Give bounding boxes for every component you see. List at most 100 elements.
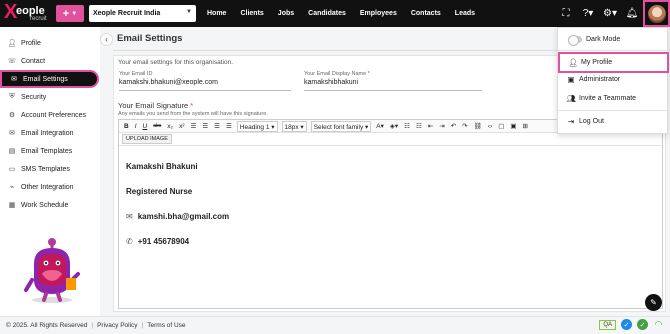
bullet-list-icon[interactable]: ☷: [401, 121, 413, 132]
template-icon: ▤: [8, 148, 16, 155]
organisation-select[interactable]: Xeople Recruit India ▼: [89, 5, 196, 22]
menu-item-administrator[interactable]: ▣ Administrator: [558, 70, 669, 89]
display-name-field[interactable]: Your Email Display Name * kamakshibhakun…: [304, 71, 482, 91]
nav-candidates[interactable]: Candidates: [308, 10, 346, 17]
settings-gear-icon[interactable]: ⚙▾: [599, 8, 621, 19]
display-name-label: Your Email Display Name *: [304, 71, 370, 77]
phone-icon: ✆: [126, 237, 133, 246]
outdent-icon[interactable]: ⇤: [425, 121, 436, 132]
nav-employees[interactable]: Employees: [360, 10, 397, 17]
nav-jobs[interactable]: Jobs: [278, 10, 294, 17]
sidebar-item-label: Account Preferences: [21, 111, 86, 119]
sidebar-item-email-settings[interactable]: ✉ Email Settings: [0, 70, 99, 88]
footer-status: QA ✓ ✓ ◠: [599, 319, 664, 330]
dark-mode-toggle[interactable]: Dark Mode: [558, 30, 669, 49]
underline-button[interactable]: U: [140, 121, 151, 132]
clear-format-icon[interactable]: ▢: [495, 121, 507, 132]
user-avatar-button[interactable]: [643, 0, 670, 27]
organisation-select-value: Xeople Recruit India: [93, 10, 161, 17]
dark-mode-label: Dark Mode: [586, 36, 621, 43]
signature-phone-row: ✆ +91 45678904: [126, 229, 229, 254]
signature-phone: +91 45678904: [137, 237, 190, 246]
fill-color-icon[interactable]: ◈▾: [387, 121, 401, 132]
display-name-value: kamakshibhakuni: [304, 79, 359, 86]
email-id-field[interactable]: Your Email ID kamakshi.bhakuni@xeople.co…: [119, 71, 291, 91]
sidebar-item-account-preferences[interactable]: ⚙ Account Preferences: [0, 106, 100, 124]
person-icon: 👤︎: [568, 58, 578, 67]
signature-label: Your Email Signature *: [118, 101, 193, 110]
font-family-select[interactable]: Select font family ▾: [310, 120, 372, 132]
text-color-icon[interactable]: A▾: [373, 121, 387, 132]
logout-icon: ⇥: [567, 117, 575, 126]
bold-button[interactable]: B: [121, 121, 132, 132]
menu-item-invite-teammate[interactable]: 👥︎ Invite a Teammate: [558, 89, 669, 108]
undo-icon[interactable]: ↶: [448, 121, 459, 132]
signature-editor[interactable]: B I U abc x₂ x² ☰ ☰ ☰ ☰ Heading 1 ▾ 18px…: [118, 119, 663, 311]
link-icon[interactable]: ⛓: [471, 121, 485, 132]
table-icon[interactable]: ⊞: [520, 121, 531, 132]
upload-image-button[interactable]: UPLOAD IMAGE: [122, 134, 172, 144]
top-navigation-bar: X eople recruit + ▼ Xeople Recruit India…: [0, 0, 670, 27]
heading-select[interactable]: Heading 1 ▾: [236, 120, 278, 132]
nav-leads[interactable]: Leads: [455, 10, 475, 17]
nav-clients[interactable]: Clients: [240, 10, 263, 17]
sidebar-item-profile[interactable]: 👤︎ Profile: [0, 34, 100, 52]
subscript-button[interactable]: x₂: [164, 121, 176, 132]
field-underline: [304, 90, 482, 91]
sidebar-item-work-schedule[interactable]: ▦ Work Schedule: [0, 196, 100, 214]
profile-dropdown-menu: Dark Mode 👤︎ My Profile ▣ Administrator …: [557, 27, 669, 134]
italic-button[interactable]: I: [132, 121, 140, 132]
privacy-policy-link[interactable]: Privacy Policy: [97, 322, 137, 329]
nav-contacts[interactable]: Contacts: [411, 10, 441, 17]
sidebar-item-security[interactable]: ⛨ Security: [0, 88, 100, 106]
indent-icon[interactable]: ⇥: [436, 121, 447, 132]
heading-select-value: Heading 1: [239, 123, 270, 131]
code-icon[interactable]: ‹›: [485, 121, 495, 132]
plus-icon: +: [62, 7, 70, 20]
xeople-logo[interactable]: X eople recruit: [4, 2, 52, 25]
schedule-icon: ▦: [8, 202, 16, 209]
logo-subtitle: recruit: [30, 16, 47, 22]
signature-content[interactable]: Kamakshi Bhakuni Registered Nurse ✉ kams…: [126, 154, 229, 254]
image-icon[interactable]: ▣: [507, 121, 519, 132]
align-left-icon[interactable]: ☰: [187, 121, 199, 132]
sidebar-item-email-integration[interactable]: ✉ Email Integration: [0, 124, 100, 142]
quick-add-button[interactable]: + ▼: [56, 5, 84, 22]
sidebar-item-email-templates[interactable]: ▤ Email Templates: [0, 142, 100, 160]
font-family-select-value: Select font family: [313, 123, 364, 131]
sidebar-item-other-integration[interactable]: ⌁ Other Integration: [0, 178, 100, 196]
shield-check-icon[interactable]: ✓: [621, 319, 632, 330]
terms-of-use-link[interactable]: Terms of Use: [147, 322, 185, 329]
email-id-value: kamakshi.bhakuni@xeople.com: [119, 79, 218, 86]
align-right-icon[interactable]: ☰: [211, 121, 223, 132]
nav-home[interactable]: Home: [207, 10, 226, 17]
toggle-switch[interactable]: [568, 35, 582, 46]
main-nav: Home Clients Jobs Candidates Employees C…: [200, 0, 482, 27]
strikethrough-button[interactable]: abc: [150, 121, 164, 132]
status-ok-icon[interactable]: ✓: [637, 319, 648, 330]
align-center-icon[interactable]: ☰: [199, 121, 211, 132]
signature-hint: Any emails you send from the system will…: [118, 111, 268, 117]
font-size-select[interactable]: 18px ▾: [281, 120, 307, 132]
edit-signature-button[interactable]: ✎: [645, 294, 662, 311]
sidebar-item-contact[interactable]: ☏ Contact: [0, 52, 100, 70]
help-icon[interactable]: ?▾: [577, 8, 599, 19]
superscript-button[interactable]: x²: [176, 121, 187, 132]
page-title: Email Settings: [117, 33, 183, 44]
shield-icon: ⛨: [9, 93, 15, 100]
envelope-icon: ✉: [126, 212, 133, 221]
menu-item-log-out[interactable]: ⇥ Log Out: [558, 112, 669, 131]
fullscreen-icon[interactable]: ⛶: [555, 8, 577, 19]
chevron-down-icon: ▼: [186, 9, 192, 15]
settings-sidebar: 👤︎ Profile ☏ Contact ✉ Email Settings ⛨ Secu…: [0, 27, 100, 316]
align-justify-icon[interactable]: ☰: [223, 121, 235, 132]
notifications-bell-icon[interactable]: 🔔︎: [621, 8, 643, 19]
sidebar-item-sms-templates[interactable]: ▭ SMS Templates: [0, 160, 100, 178]
field-underline: [119, 90, 291, 91]
numbered-list-icon[interactable]: ☷: [413, 121, 425, 132]
sidebar-item-label: Email Templates: [21, 147, 73, 155]
chevron-down-icon: ▼: [71, 10, 78, 17]
redo-icon[interactable]: ↷: [459, 121, 470, 132]
signature-email: kamshi.bha@gmail.com: [137, 212, 230, 221]
collapse-sidebar-button[interactable]: ‹: [100, 33, 113, 46]
